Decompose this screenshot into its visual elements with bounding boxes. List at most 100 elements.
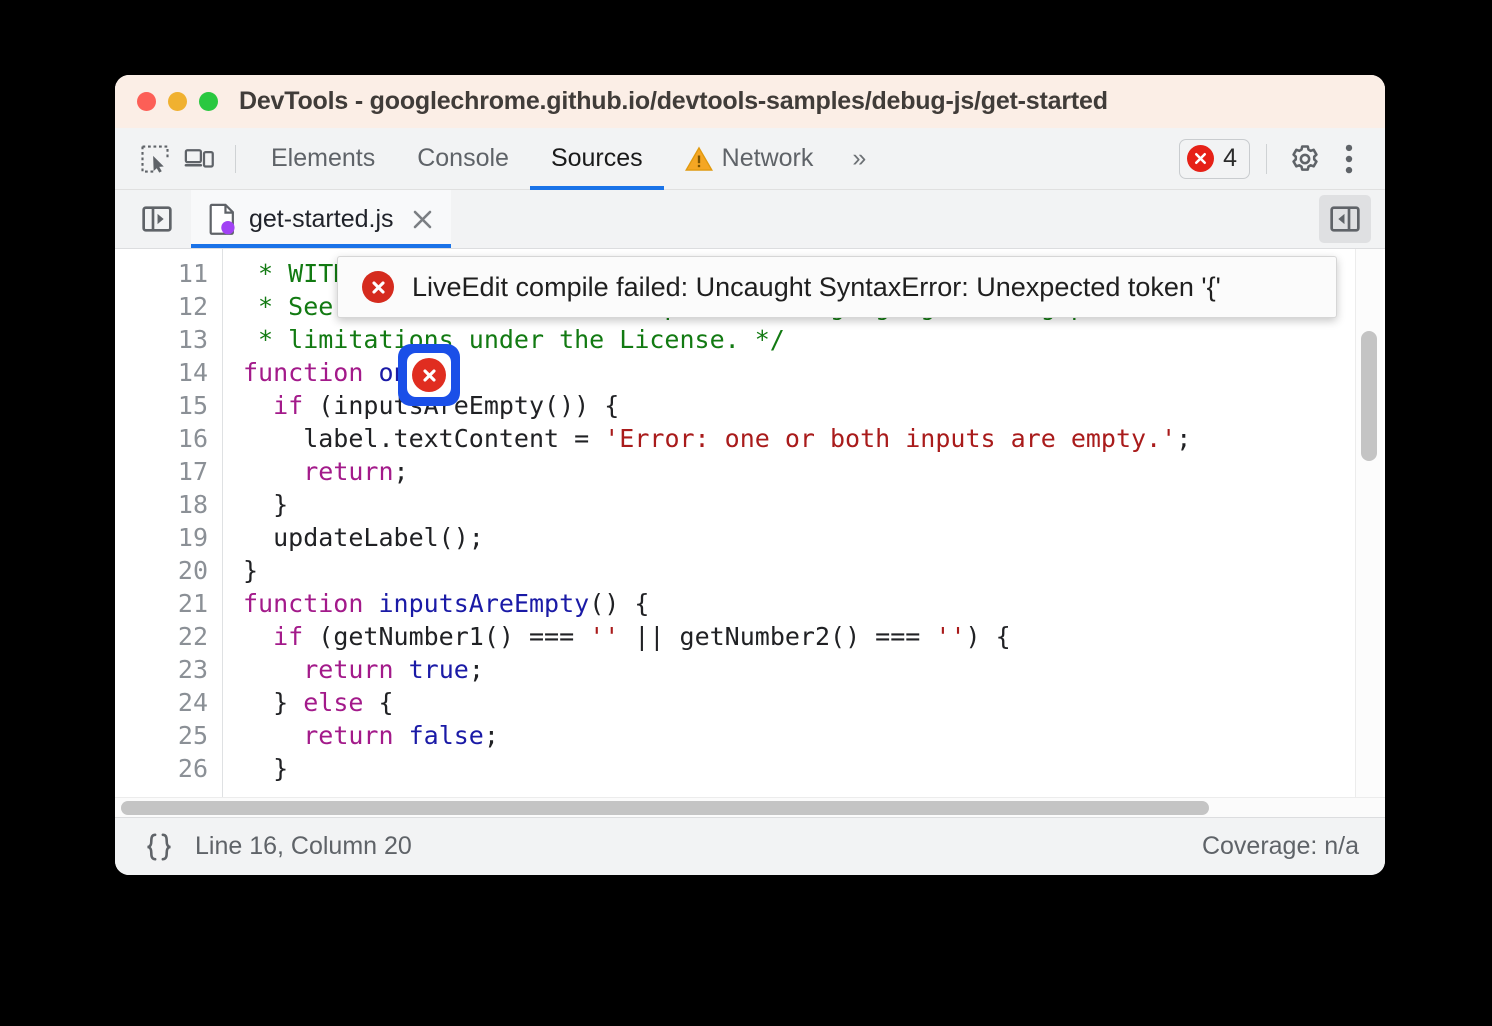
zoom-window-button[interactable]	[199, 92, 218, 111]
code-token: }	[243, 490, 288, 519]
js-file-icon	[209, 203, 237, 235]
code-token	[394, 655, 409, 684]
line-number: 11	[115, 257, 222, 290]
code-token	[363, 358, 378, 387]
gear-icon[interactable]	[1283, 137, 1327, 181]
devtools-window: DevTools - googlechrome.github.io/devtoo…	[115, 75, 1385, 875]
line-number: 18	[115, 488, 222, 521]
code-token: false	[409, 721, 484, 750]
window-titlebar: DevTools - googlechrome.github.io/devtoo…	[115, 75, 1385, 128]
code-line[interactable]: }	[243, 488, 1385, 521]
code-token: (inputsAreEmpty()) {	[303, 391, 619, 420]
coverage-label[interactable]: Coverage: n/a	[1202, 832, 1359, 861]
file-tab-get-started-js[interactable]: get-started.js	[191, 190, 451, 248]
code-line[interactable]: function inputsAreEmpty() {	[243, 587, 1385, 620]
code-line[interactable]: } else {	[243, 686, 1385, 719]
vertical-scrollbar-thumb[interactable]	[1361, 331, 1377, 461]
line-error-marker-inner	[407, 353, 451, 397]
minimize-window-button[interactable]	[168, 92, 187, 111]
line-number: 19	[115, 521, 222, 554]
source-editor[interactable]: 11 12 13 14 15 16 17 18 19 20 21 22 23 2…	[115, 249, 1385, 797]
editor-tabbar-right	[1319, 190, 1385, 248]
code-token: {	[363, 688, 393, 717]
screen: DevTools - googlechrome.github.io/devtoo…	[0, 0, 1492, 1026]
code-token	[243, 622, 273, 651]
code-line[interactable]: }	[243, 752, 1385, 785]
code-line[interactable]: }	[243, 554, 1385, 587]
kebab-menu-icon[interactable]	[1327, 137, 1371, 181]
line-number: 22	[115, 620, 222, 653]
code-token: return	[303, 655, 393, 684]
code-line[interactable]: if (getNumber1() === '' || getNumber2() …	[243, 620, 1385, 653]
line-number: 12	[115, 290, 222, 323]
code-line[interactable]: return false;	[243, 719, 1385, 752]
tab-network[interactable]: Network	[664, 128, 835, 190]
code-token: if	[273, 622, 303, 651]
file-tab-label: get-started.js	[249, 205, 394, 234]
code-token: if	[273, 391, 303, 420]
tab-sources-label: Sources	[551, 144, 643, 173]
editor-statusbar: Line 16, Column 20 Coverage: n/a	[115, 817, 1385, 875]
code-line[interactable]: label.textContent = 'Error: one or both …	[243, 422, 1385, 455]
code-token: }	[243, 688, 303, 717]
editor-tabbar: get-started.js	[115, 190, 1385, 249]
code-line[interactable]: return;	[243, 455, 1385, 488]
code-token: ;	[484, 721, 499, 750]
show-navigator-icon[interactable]	[131, 190, 183, 248]
line-error-marker[interactable]	[398, 344, 460, 406]
hide-debugger-sidebar-icon[interactable]	[1319, 195, 1371, 243]
code-token: else	[303, 688, 363, 717]
close-window-button[interactable]	[137, 92, 156, 111]
toolbar-divider-2	[1266, 144, 1267, 174]
code-token	[243, 391, 273, 420]
error-circle-icon	[362, 271, 394, 303]
tab-console-label: Console	[417, 144, 509, 173]
cursor-position-label[interactable]: Line 16, Column 20	[195, 832, 412, 861]
code-token	[243, 721, 303, 750]
close-icon[interactable]	[406, 207, 435, 232]
code-token: ;	[1176, 424, 1191, 453]
error-count-label: 4	[1223, 144, 1237, 173]
code-token: inputsAreEmpty	[378, 589, 589, 618]
line-number: 15	[115, 389, 222, 422]
line-number: 23	[115, 653, 222, 686]
code-token	[394, 721, 409, 750]
line-number-gutter: 11 12 13 14 15 16 17 18 19 20 21 22 23 2…	[115, 249, 223, 797]
device-toolbar-icon[interactable]	[177, 137, 221, 181]
inspect-element-icon[interactable]	[133, 137, 177, 181]
code-token: ;	[469, 655, 484, 684]
code-token: ) {	[966, 622, 1011, 651]
code-token: || getNumber2() ===	[619, 622, 935, 651]
code-token: * limitations under the License. */	[243, 325, 785, 354]
code-token: () {	[589, 589, 649, 618]
panel-tabs: Elements Console Sources	[250, 128, 884, 190]
code-token: ''	[589, 622, 619, 651]
code-area[interactable]: * WITHOUT WARRANTIES OR CONDITIONS OF AN…	[223, 249, 1385, 797]
line-number: 13	[115, 323, 222, 356]
code-token: return	[303, 721, 393, 750]
horizontal-scrollbar-track[interactable]	[115, 797, 1385, 817]
more-tabs-chevron-icon[interactable]: »	[834, 128, 884, 190]
code-token: label.textContent =	[243, 424, 604, 453]
error-count-badge[interactable]: 4	[1179, 139, 1250, 179]
horizontal-scrollbar-thumb[interactable]	[121, 801, 1209, 815]
code-line[interactable]: updateLabel();	[243, 521, 1385, 554]
devtools-toolbar: Elements Console Sources	[115, 128, 1385, 190]
line-number: 14	[115, 356, 222, 389]
line-number: 16	[115, 422, 222, 455]
toolbar-divider	[235, 145, 236, 173]
code-token: function	[243, 589, 363, 618]
code-token: ''	[935, 622, 965, 651]
line-number: 20	[115, 554, 222, 587]
code-line[interactable]: return true;	[243, 653, 1385, 686]
code-token: 'Error: one or both inputs are empty.'	[604, 424, 1176, 453]
liveedit-error-message: LiveEdit compile failed: Uncaught Syntax…	[412, 272, 1221, 303]
tab-elements[interactable]: Elements	[250, 128, 396, 190]
pretty-print-icon[interactable]	[141, 831, 177, 863]
code-token: }	[243, 556, 258, 585]
line-number: 24	[115, 686, 222, 719]
warning-triangle-icon	[685, 146, 713, 172]
error-circle-icon	[1187, 145, 1214, 172]
tab-console[interactable]: Console	[396, 128, 530, 190]
tab-sources[interactable]: Sources	[530, 128, 664, 190]
